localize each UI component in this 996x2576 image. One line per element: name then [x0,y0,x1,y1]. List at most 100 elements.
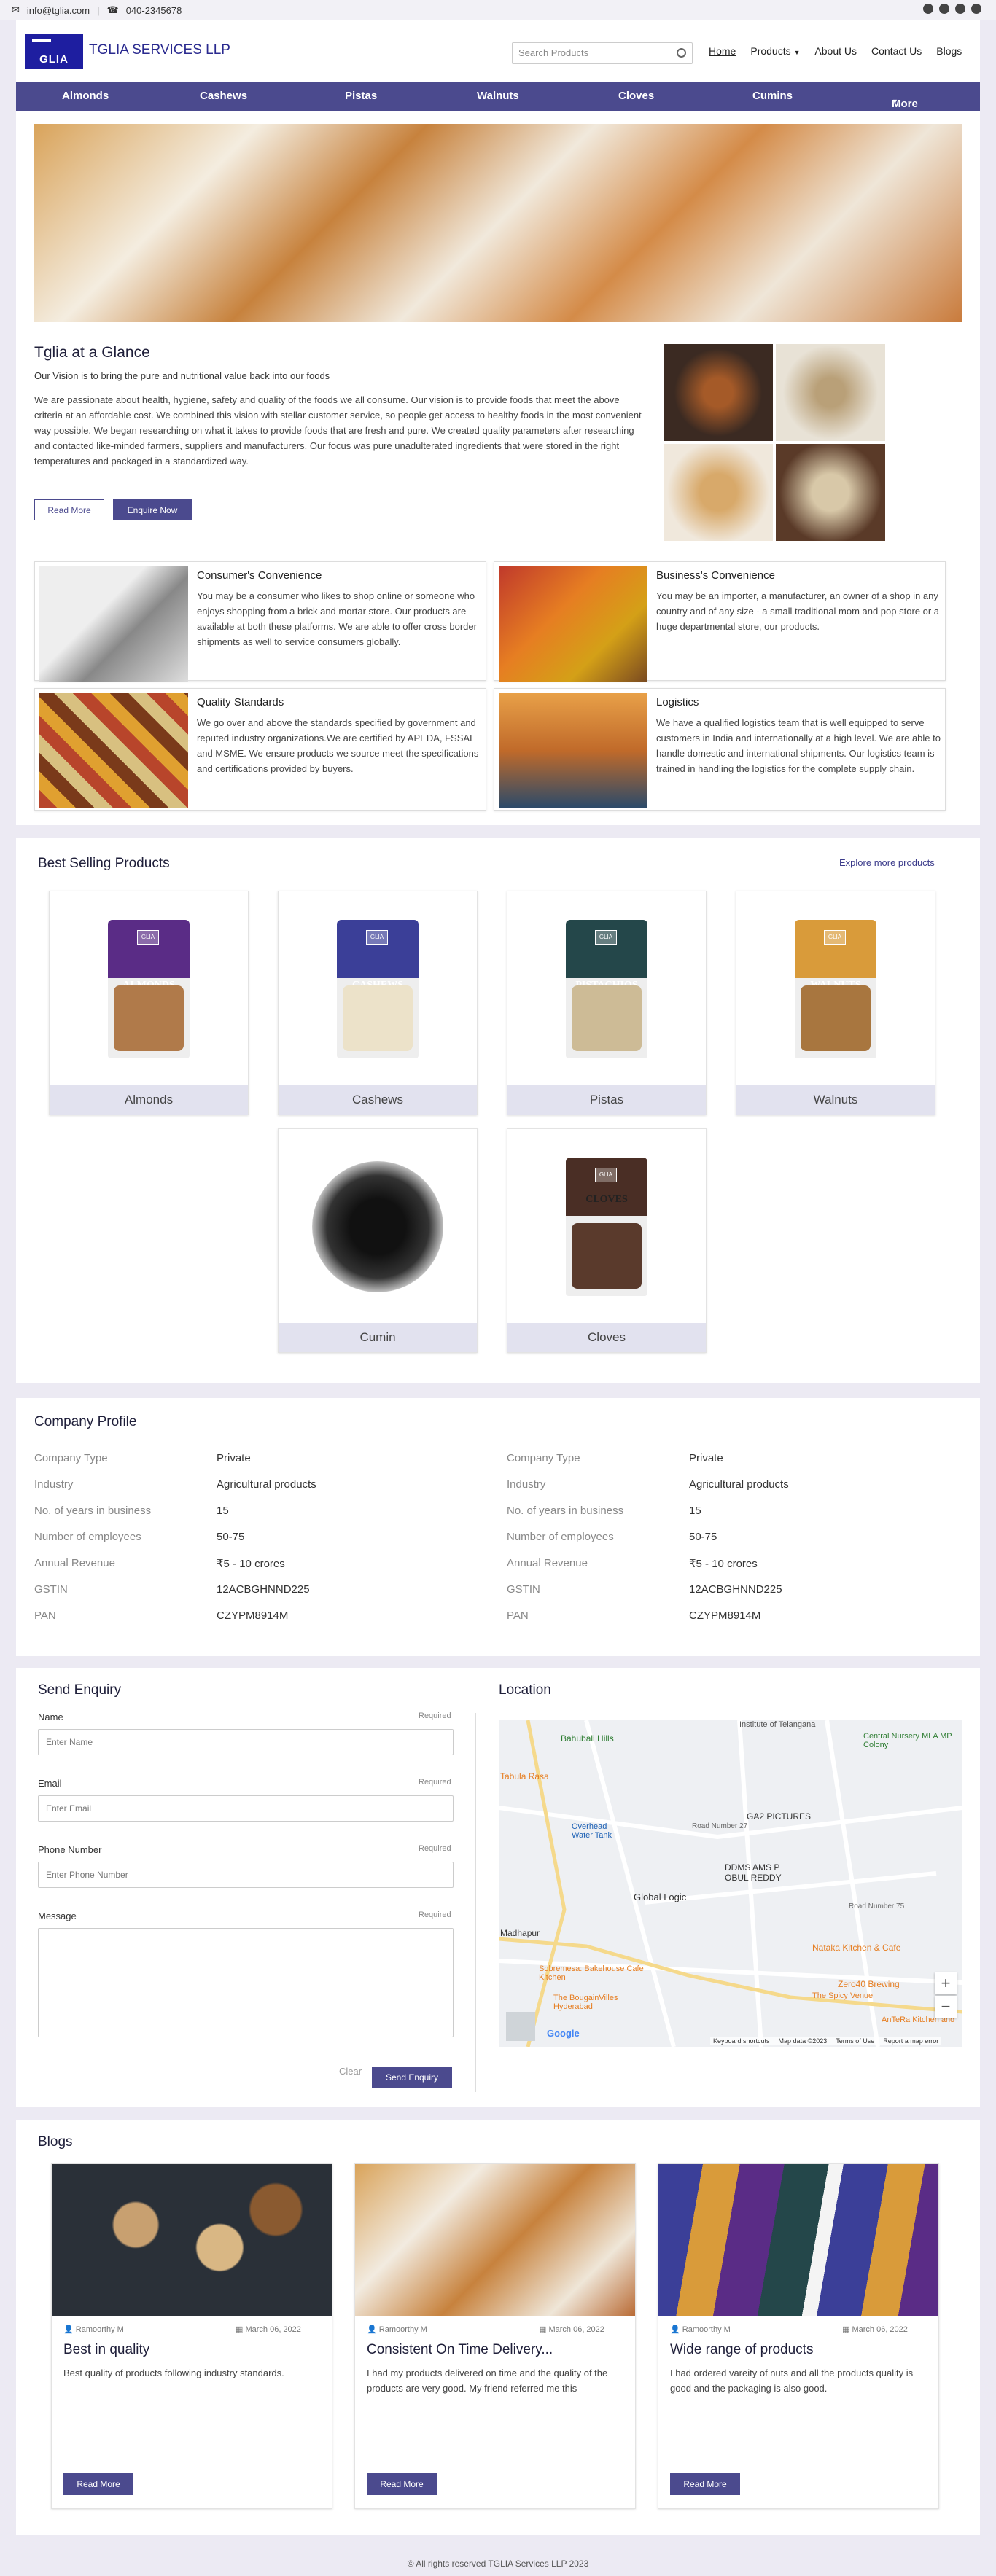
profile-value: Agricultural products [689,1478,789,1491]
feature-title: Business's Convenience [656,569,775,582]
spices-mosaic-image [664,344,885,541]
blog-date-text: March 06, 2022 [852,2325,908,2334]
chevron-down-icon: ▼ [892,98,898,105]
pack-label: CLOVES [585,1194,628,1205]
instagram-icon[interactable] [971,4,981,14]
feature-title: Consumer's Convenience [197,569,322,582]
profile-label: Annual Revenue [507,1557,588,1569]
calendar-icon: ▦ [236,2325,244,2334]
zoom-in-button[interactable]: + [935,1972,957,1994]
company-profile-title: Company Profile [34,1414,137,1429]
category-almonds[interactable]: Almonds [62,90,109,102]
map-label: Madhapur [500,1928,540,1938]
blog-date-text: March 06, 2022 [245,2325,301,2334]
glance-title: Tglia at a Glance [34,344,150,361]
pack-brand: GLIA [595,930,617,945]
blog-image [658,2164,938,2316]
zoom-out-button[interactable]: − [935,1996,957,2018]
footer: © All rights reserved TGLIA Services LLP… [407,2559,589,2569]
clear-button[interactable]: Clear [339,2066,362,2077]
spices-market-image [499,566,647,682]
nav-products[interactable]: Products ▼ [750,45,800,57]
blog-read-more-button[interactable]: Read More [670,2473,740,2495]
blog-date: ▦ March 06, 2022 [236,2325,301,2334]
nav-contact[interactable]: Contact Us [871,45,922,57]
product-image: GLIA PISTACHIOS [507,891,706,1087]
feature-title: Quality Standards [197,696,284,709]
github-icon[interactable] [955,4,965,14]
required-label: Required [419,1910,451,1919]
profile-label: PAN [507,1609,529,1622]
blog-card: 👤 Ramoorthy M ▦ March 06, 2022 Best in q… [51,2163,332,2509]
pack-brand: GLIA [824,930,846,945]
category-cashews[interactable]: Cashews [200,90,247,102]
laptop-image [39,566,188,682]
category-cloves[interactable]: Cloves [618,90,654,102]
best-selling-title: Best Selling Products [38,856,170,871]
divider [475,1713,476,2092]
profile-label: No. of years in business [34,1504,152,1517]
product-card[interactable]: GLIA CASHEWS Cashews [278,891,478,1115]
blog-title[interactable]: Wide range of products [670,2342,813,2358]
category-cumins[interactable]: Cumins [752,90,793,102]
product-card[interactable]: Cumin [278,1128,478,1353]
profile-label: Industry [34,1478,74,1491]
profile-value: 50-75 [217,1531,245,1543]
enquiry-title: Send Enquiry [38,1682,122,1698]
map-label: The BougainVilles Hyderabad [553,1994,618,2011]
field-label: Phone Number [38,1844,102,1855]
product-card[interactable]: GLIA PISTACHIOS Pistas [507,891,707,1115]
brand-name[interactable]: TGLIA SERVICES LLP [89,42,230,58]
field-label: Email [38,1778,62,1789]
product-image: GLIA CASHEWS [279,891,477,1087]
facebook-icon[interactable] [939,4,949,14]
blog-title[interactable]: Best in quality [63,2342,149,2358]
profile-value: ₹5 - 10 crores [217,1558,285,1570]
product-card[interactable]: GLIA WALNUTS Walnuts [736,891,935,1115]
search-input[interactable]: Search Products [512,42,693,64]
blog-title[interactable]: Consistent On Time Delivery... [367,2342,553,2358]
map-terms[interactable]: Terms of Use [836,2037,874,2045]
read-more-button[interactable]: Read More [34,499,104,520]
product-image: GLIA CLOVES [507,1129,706,1324]
email-field[interactable]: Enter Email [38,1795,454,1822]
logo[interactable]: GLIA [25,34,83,69]
map-label: Zero40 Brewing [838,1979,900,1989]
blog-read-more-button[interactable]: Read More [63,2473,133,2495]
product-name: Cloves [507,1323,706,1352]
map-label: Institute of Telangana [739,1720,816,1729]
enquire-now-button[interactable]: Enquire Now [113,499,192,520]
calendar-icon: ▦ [539,2325,547,2334]
nav-about[interactable]: About Us [814,45,857,57]
site-header: GLIA TGLIA SERVICES LLP Search Products … [16,20,980,82]
nav-home[interactable]: Home [709,45,736,57]
topbar-phone[interactable]: 040-2345678 [126,5,182,16]
profile-label: Annual Revenue [34,1557,115,1569]
map-keyboard-shortcuts[interactable]: Keyboard shortcuts [713,2037,770,2045]
required-label: Required [419,1712,451,1720]
topbar-email[interactable]: info@tglia.com [27,5,90,16]
feature-card-business: Business's Convenience You may be an imp… [494,561,946,682]
name-field[interactable]: Enter Name [38,1729,454,1755]
profile-label: PAN [34,1609,56,1622]
product-card[interactable]: GLIA CLOVES Cloves [507,1128,707,1353]
map-report-error[interactable]: Report a map error [883,2037,938,2045]
explore-products-link[interactable]: Explore more products [839,857,935,868]
category-walnuts[interactable]: Walnuts [477,90,519,102]
twitter-icon[interactable] [923,4,933,14]
product-image: GLIA WALNUTS [736,891,935,1087]
pack-brand: GLIA [595,1168,617,1182]
blog-date: ▦ March 06, 2022 [842,2325,908,2334]
nav-blogs[interactable]: Blogs [936,45,962,57]
blog-read-more-button[interactable]: Read More [367,2473,437,2495]
product-card[interactable]: GLIA ALMONDS Almonds [49,891,249,1115]
phone-field[interactable]: Enter Phone Number [38,1862,454,1888]
location-map[interactable]: Bahubali Hills Institute of Telangana Ce… [499,1720,962,2047]
send-enquiry-button[interactable]: Send Enquiry [372,2067,452,2088]
profile-value: ₹5 - 10 crores [689,1558,758,1570]
blog-excerpt: Best quality of products following indus… [63,2368,284,2378]
message-field[interactable] [38,1928,454,2037]
category-pistas[interactable]: Pistas [345,90,377,102]
search-icon[interactable] [677,48,686,58]
feature-text: We go over and above the standards speci… [197,717,479,774]
